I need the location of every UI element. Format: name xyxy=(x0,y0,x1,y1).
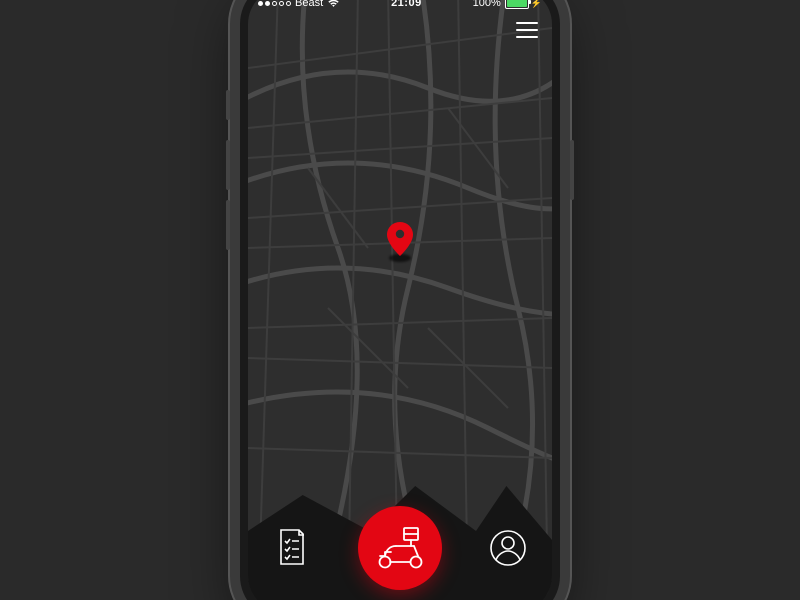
phone-power-button xyxy=(570,140,574,200)
clock: 21:09 xyxy=(391,0,422,9)
wifi-icon xyxy=(327,0,340,8)
battery-pct: 100% xyxy=(473,0,501,9)
status-left: Beast xyxy=(258,0,340,9)
scooter-delivery-icon xyxy=(374,526,426,570)
phone-screen: Beast 21:09 100% ⚡ xyxy=(248,0,552,600)
nav-delivery-fab[interactable] xyxy=(358,506,442,590)
bottom-nav xyxy=(248,506,552,590)
map-pin-icon xyxy=(387,222,413,256)
phone-volume-up xyxy=(226,140,230,190)
phone-mute-switch xyxy=(226,90,230,120)
checklist-icon xyxy=(275,528,309,568)
nav-orders-button[interactable] xyxy=(270,526,314,570)
signal-dots xyxy=(258,1,291,6)
status-right: 100% ⚡ xyxy=(473,0,542,9)
phone-frame: Beast 21:09 100% ⚡ xyxy=(240,0,560,600)
status-bar: Beast 21:09 100% ⚡ xyxy=(248,0,552,14)
profile-icon xyxy=(489,529,527,567)
mockup-stage: Beast 21:09 100% ⚡ xyxy=(0,0,800,600)
battery-icon: ⚡ xyxy=(505,0,542,9)
menu-button[interactable] xyxy=(516,22,538,38)
nav-profile-button[interactable] xyxy=(486,526,530,570)
carrier-label: Beast xyxy=(295,0,323,9)
phone-volume-down xyxy=(226,200,230,250)
map-pin[interactable] xyxy=(387,222,413,256)
